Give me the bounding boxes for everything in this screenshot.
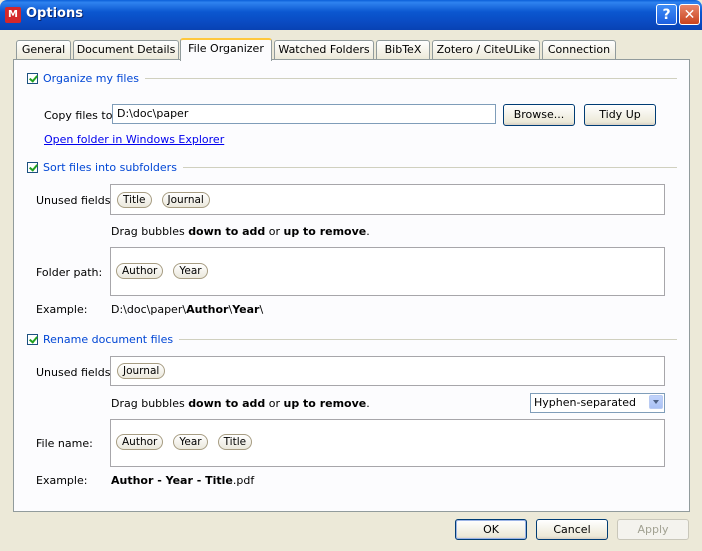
title-bar: M Options ? ✕	[0, 0, 702, 30]
field-bubble-year[interactable]: Year	[173, 263, 208, 279]
subfolders-unused-zone[interactable]: Title Journal	[110, 184, 665, 215]
drag-hint: Drag bubbles down to add or up to remove…	[111, 397, 370, 410]
copy-files-input[interactable]: D:\doc\paper	[112, 104, 496, 124]
mendeley-app-icon: M	[5, 7, 21, 23]
organize-label[interactable]: Organize my files	[43, 72, 139, 85]
group-divider	[179, 339, 677, 340]
organize-checkbox[interactable]	[27, 73, 38, 84]
tab-watched-folders[interactable]: Watched Folders	[274, 40, 374, 59]
browse-button[interactable]: Browse...	[503, 104, 575, 126]
file-name-zone[interactable]: Author Year Title	[110, 419, 665, 467]
field-bubble-title[interactable]: Title	[217, 434, 253, 450]
field-bubble-title[interactable]: Title	[117, 192, 152, 208]
close-button[interactable]: ✕	[679, 4, 700, 25]
separator-value: Hyphen-separated	[534, 396, 636, 409]
rename-checkbox[interactable]	[27, 334, 38, 345]
file-example-value: Author - Year - Title.pdf	[111, 474, 255, 487]
field-bubble-year[interactable]: Year	[173, 434, 208, 450]
copy-files-label: Copy files to:	[44, 109, 117, 122]
field-bubble-journal[interactable]: Journal	[117, 363, 166, 379]
subfolders-checkbox[interactable]	[27, 162, 38, 173]
file-name-label: File name:	[36, 437, 93, 450]
help-button[interactable]: ?	[656, 4, 677, 25]
rename-group: Rename document files	[27, 333, 677, 346]
folder-path-label: Folder path:	[36, 266, 103, 279]
tab-general[interactable]: General	[16, 40, 71, 59]
unused-fields-label: Unused fields:	[36, 194, 115, 207]
chevron-down-icon[interactable]	[649, 395, 663, 409]
apply-button[interactable]: Apply	[617, 519, 689, 540]
example-label: Example:	[36, 303, 88, 316]
tab-zotero-citeulike[interactable]: Zotero / CiteULike	[432, 40, 540, 59]
tab-bibtex[interactable]: BibTeX	[376, 40, 430, 59]
cancel-button[interactable]: Cancel	[536, 519, 608, 540]
ok-button[interactable]: OK	[455, 519, 527, 540]
unused-fields-label: Unused fields:	[36, 366, 115, 379]
tab-connection[interactable]: Connection	[542, 40, 616, 59]
field-bubble-author[interactable]: Author	[116, 434, 164, 450]
organize-group: Organize my files	[27, 72, 677, 85]
subfolders-group: Sort files into subfolders	[27, 161, 677, 174]
field-bubble-journal[interactable]: Journal	[161, 192, 210, 208]
drag-hint: Drag bubbles down to add or up to remove…	[111, 225, 370, 238]
example-label: Example:	[36, 474, 88, 487]
folder-path-zone[interactable]: Author Year	[110, 247, 665, 296]
separator-select[interactable]: Hyphen-separated	[530, 393, 665, 413]
window-title: Options	[26, 6, 83, 21]
field-bubble-author[interactable]: Author	[116, 263, 164, 279]
subfolders-label[interactable]: Sort files into subfolders	[43, 161, 177, 174]
rename-label[interactable]: Rename document files	[43, 333, 173, 346]
tab-file-organizer[interactable]: File Organizer	[180, 38, 272, 61]
group-divider	[144, 78, 677, 79]
tidy-up-button[interactable]: Tidy Up	[584, 104, 656, 126]
open-folder-link[interactable]: Open folder in Windows Explorer	[44, 133, 224, 146]
group-divider	[182, 167, 677, 168]
folder-example-value: D:\doc\paper\Author\Year\	[111, 303, 264, 316]
tab-document-details[interactable]: Document Details	[73, 40, 179, 59]
rename-unused-zone[interactable]: Journal	[110, 356, 665, 386]
